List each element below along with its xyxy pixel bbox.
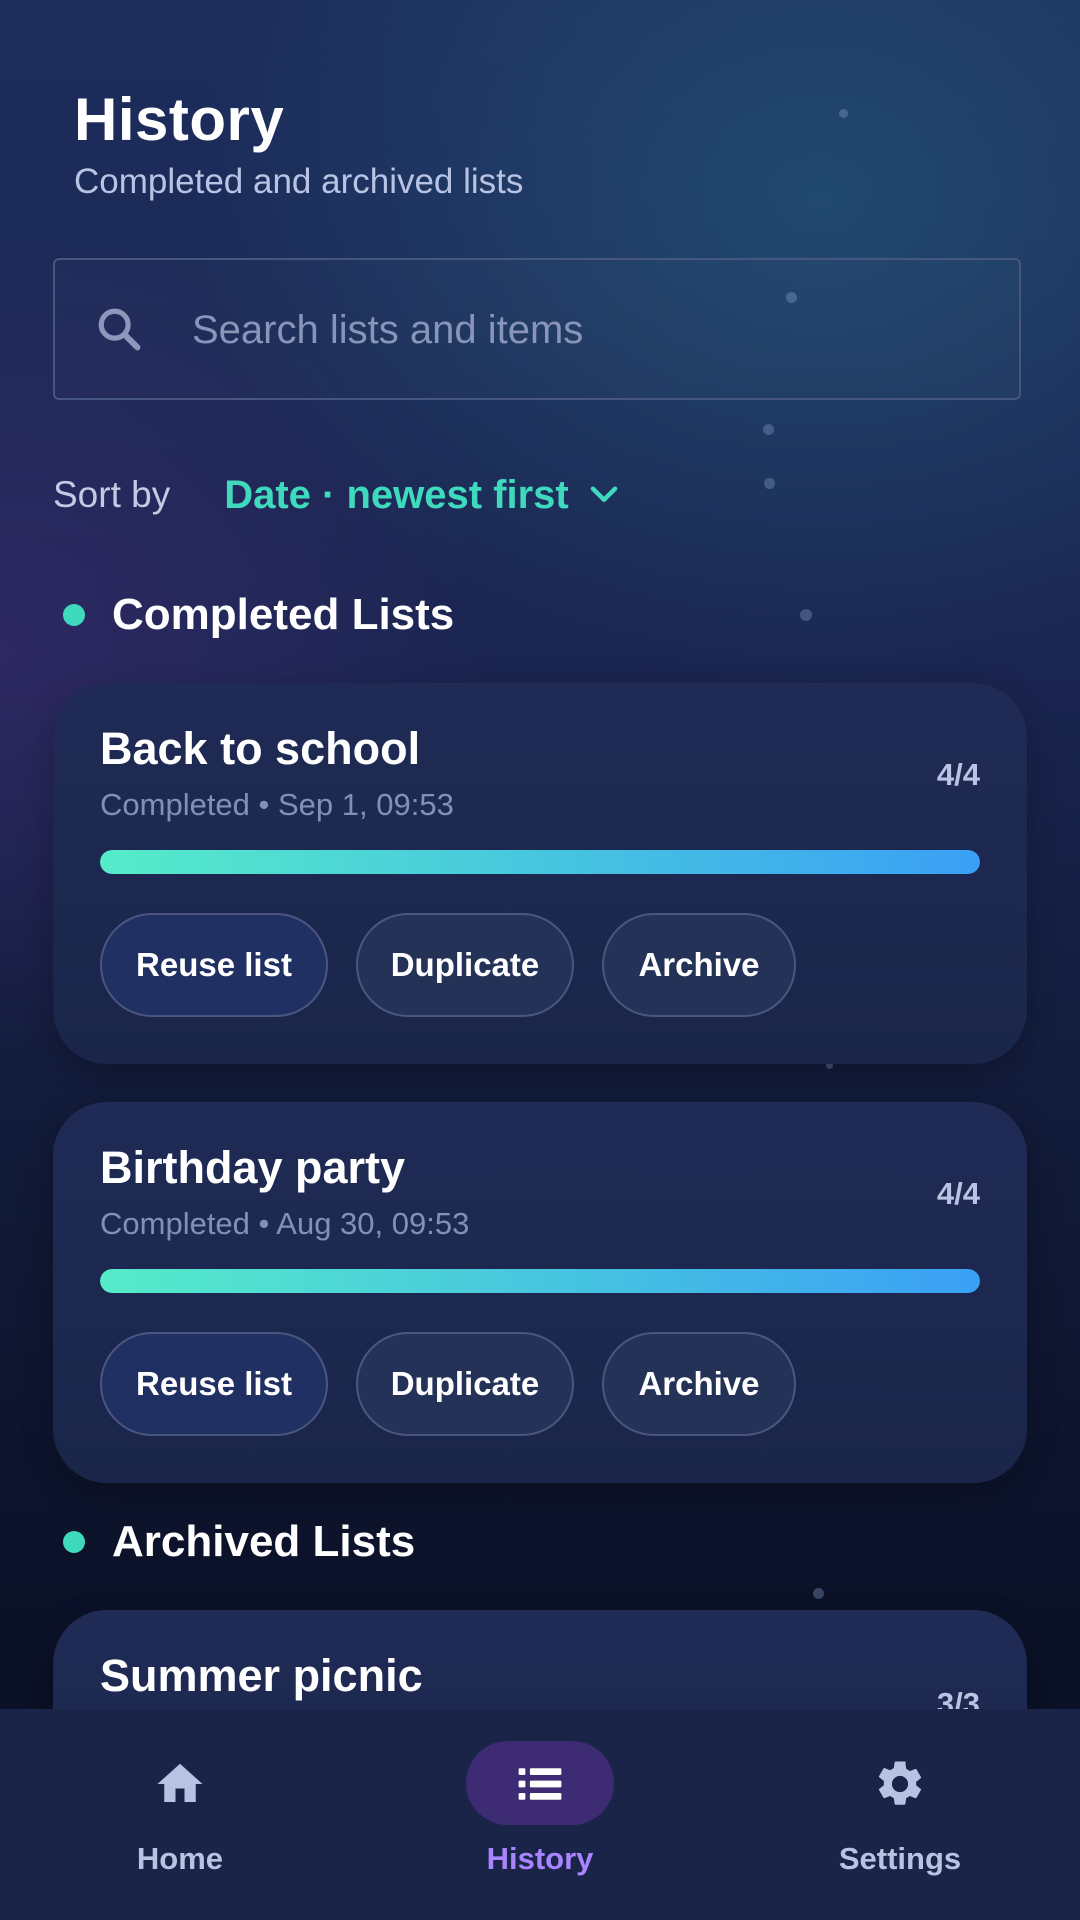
archive-button[interactable]: Archive (602, 1332, 796, 1436)
list-card[interactable]: Birthday party Completed • Aug 30, 09:53… (53, 1102, 1027, 1483)
nav-label: Settings (838, 1841, 962, 1876)
search-input[interactable] (190, 260, 974, 400)
card-item-count: 4/4 (936, 1176, 980, 1211)
nav-item-home[interactable]: Home (0, 1709, 360, 1920)
gear-icon (878, 1761, 922, 1805)
nav-label: Home (136, 1841, 224, 1876)
card-completed-date: Completed • Aug 30, 09:53 (100, 1206, 470, 1241)
page-title: History (74, 86, 285, 153)
duplicate-button[interactable]: Duplicate (356, 913, 574, 1017)
progress-bar (100, 850, 980, 874)
page-header: History Completed and archived lists (74, 84, 523, 202)
background-dot (839, 109, 848, 118)
card-title: Birthday party (100, 1142, 406, 1193)
progress-fill (100, 1269, 980, 1293)
section-completed-header: Completed Lists (63, 590, 454, 640)
background-dot (800, 609, 812, 621)
list-icon (518, 1768, 562, 1800)
search-bar[interactable] (53, 258, 1021, 400)
bottom-navigation: Home History Settings (0, 1709, 1080, 1920)
duplicate-button[interactable]: Duplicate (356, 1332, 574, 1436)
section-bullet (63, 1531, 85, 1553)
card-actions: Reuse list Duplicate Archive (100, 913, 796, 1017)
search-icon (98, 308, 141, 351)
sort-label: Sort by (53, 474, 171, 515)
chevron-down-icon (590, 486, 618, 502)
reuse-list-button[interactable]: Reuse list (100, 913, 328, 1017)
nav-item-settings[interactable]: Settings (720, 1709, 1080, 1920)
nav-item-history[interactable]: History (360, 1709, 720, 1920)
section-title: Archived Lists (112, 1517, 416, 1566)
background-dot (763, 424, 774, 435)
sort-row: Sort by Date · newest first (53, 467, 623, 523)
card-actions: Reuse list Duplicate Archive (100, 1332, 796, 1436)
section-archived-header: Archived Lists (63, 1517, 415, 1567)
card-completed-date: Completed • Sep 1, 09:53 (100, 787, 454, 822)
card-title: Back to school (100, 723, 421, 774)
archive-button[interactable]: Archive (602, 913, 796, 1017)
card-title: Summer picnic (100, 1650, 423, 1701)
card-item-count: 4/4 (936, 757, 980, 792)
page-subtitle: Completed and archived lists (74, 162, 524, 201)
background-dot (764, 478, 775, 489)
list-card[interactable]: Back to school Completed • Sep 1, 09:53 … (53, 683, 1027, 1064)
sort-dropdown[interactable]: Date · newest first (224, 473, 623, 518)
section-title: Completed Lists (112, 590, 455, 639)
sort-selected-value: Date · newest first (224, 472, 569, 517)
reuse-list-button[interactable]: Reuse list (100, 1332, 328, 1436)
home-icon (157, 1763, 203, 1802)
section-bullet (63, 604, 85, 626)
progress-fill (100, 850, 980, 874)
nav-label: History (486, 1841, 594, 1876)
background-dot (813, 1588, 824, 1599)
progress-bar (100, 1269, 980, 1293)
